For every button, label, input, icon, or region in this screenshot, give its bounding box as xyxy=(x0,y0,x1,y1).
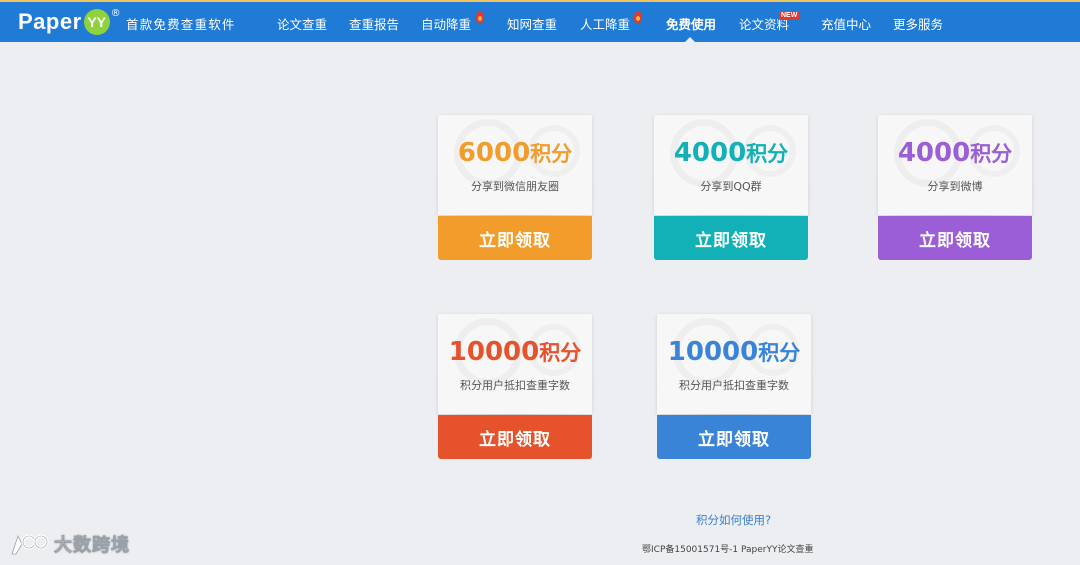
ticket-zigzag-edge xyxy=(654,211,808,219)
points-unit: 积分 xyxy=(539,341,582,365)
nav-item-recharge-center[interactable]: 充值中心 xyxy=(821,14,871,33)
coupon-points: 10000积分 xyxy=(438,336,592,369)
watermark-text: 大数跨境 xyxy=(54,535,130,557)
coupon-ticket: 4000积分 分享到QQ群 xyxy=(654,115,808,215)
icp-license-text: 鄂ICP备15001571号-1 PaperYY论文查重 xyxy=(642,545,814,555)
nav-item-auto-rewrite[interactable]: 自动降重 xyxy=(421,14,471,33)
ticket-zigzag-edge xyxy=(878,211,1032,219)
nav-item-paper-check[interactable]: 论文查重 xyxy=(277,14,327,33)
registered-mark: ® xyxy=(110,8,121,19)
coupon-ticket: 6000积分 分享到微信朋友圈 xyxy=(438,115,592,215)
nav-item-free-use[interactable]: 免费使用 xyxy=(666,14,716,33)
claim-button[interactable]: 立即领取 xyxy=(657,415,811,459)
claim-button[interactable]: 立即领取 xyxy=(654,216,808,260)
points-unit: 积分 xyxy=(758,341,801,365)
coupon-description: 分享到微博 xyxy=(927,180,983,193)
points-value: 6000 xyxy=(457,138,531,168)
nav-item-cnki-check[interactable]: 知网查重 xyxy=(507,14,557,33)
logo-text: Paper xyxy=(18,9,82,34)
coupon-ticket: 10000积分 积分用户抵扣查重字数 xyxy=(657,314,811,414)
coupon-points: 4000积分 xyxy=(654,137,808,170)
points-value: 10000 xyxy=(448,337,540,367)
coupon-description: 积分用户抵扣查重字数 xyxy=(679,379,789,392)
coupon-description: 分享到微信朋友圈 xyxy=(471,180,559,193)
points-value: 10000 xyxy=(667,337,759,367)
logo-yy-badge: YY xyxy=(83,9,110,35)
points-value: 4000 xyxy=(673,138,747,168)
ticket-zigzag-edge xyxy=(438,211,592,219)
coupon-points: 6000积分 xyxy=(438,137,592,170)
claim-button[interactable]: 立即领取 xyxy=(878,216,1032,260)
watermark-logo-icon xyxy=(11,534,49,555)
points-value: 4000 xyxy=(897,138,971,168)
nav-item-manual-rewrite[interactable]: 人工降重 xyxy=(580,14,630,33)
points-unit: 积分 xyxy=(970,142,1013,166)
coupon-ticket: 4000积分 分享到微博 xyxy=(878,115,1032,215)
hot-fire-icon xyxy=(476,11,484,23)
coupon-wechat-moments: 6000积分 分享到微信朋友圈 立即领取 xyxy=(432,115,598,261)
hot-fire-icon xyxy=(634,11,642,23)
coupon-description: 积分用户抵扣查重字数 xyxy=(460,379,570,392)
coupon-ticket: 10000积分 积分用户抵扣查重字数 xyxy=(438,314,592,414)
nav-item-check-report[interactable]: 查重报告 xyxy=(349,14,399,33)
paperyy-logo[interactable]: Paper YY ® xyxy=(18,7,121,37)
claim-button[interactable]: 立即领取 xyxy=(438,216,592,260)
points-unit: 积分 xyxy=(530,142,573,166)
active-tab-caret-icon xyxy=(684,37,696,43)
watermark: 大数跨境 xyxy=(8,528,130,560)
points-unit: 积分 xyxy=(746,142,789,166)
coupon-qq-group: 4000积分 分享到QQ群 立即领取 xyxy=(648,115,814,261)
brand-slogan: 首款免费查重软件 xyxy=(126,17,236,32)
coupon-word-deduction-2: 10000积分 积分用户抵扣查重字数 立即领取 xyxy=(651,314,817,460)
coupon-points: 4000积分 xyxy=(878,137,1032,170)
claim-button[interactable]: 立即领取 xyxy=(438,415,592,459)
top-nav-bar: Paper YY ® 首款免费查重软件 论文查重 查重报告 自动降重 知网查重 … xyxy=(0,0,1080,43)
ticket-zigzag-edge xyxy=(657,410,811,418)
coupon-description: 分享到QQ群 xyxy=(700,180,762,193)
points-usage-help-link[interactable]: 积分如何使用? xyxy=(696,512,771,528)
nav-item-more-services[interactable]: 更多服务 xyxy=(893,14,943,33)
coupon-points: 10000积分 xyxy=(657,336,811,369)
new-badge: NEW xyxy=(779,11,800,20)
coupon-weibo: 4000积分 分享到微博 立即领取 xyxy=(872,115,1038,261)
coupon-word-deduction-1: 10000积分 积分用户抵扣查重字数 立即领取 xyxy=(432,314,598,460)
ticket-zigzag-edge xyxy=(438,410,592,418)
